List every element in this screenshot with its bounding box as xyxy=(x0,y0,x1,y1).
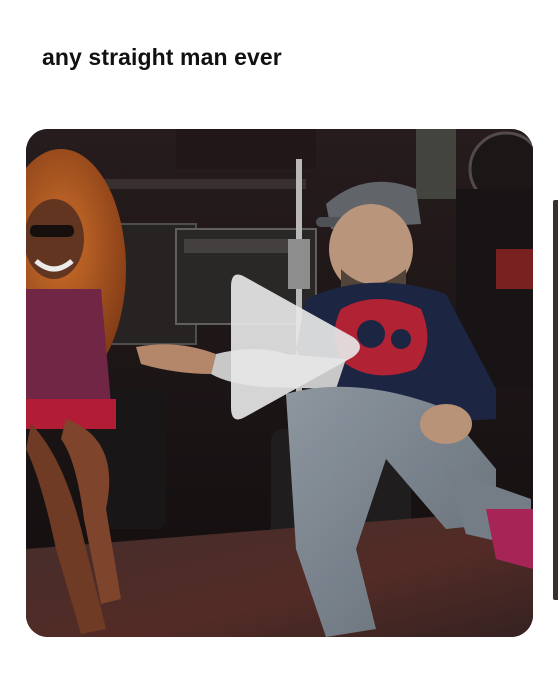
video-card[interactable] xyxy=(26,129,533,637)
play-button[interactable] xyxy=(231,271,361,423)
post-caption: any straight man ever xyxy=(42,44,282,70)
play-triangle-icon xyxy=(231,274,360,420)
next-card-peek[interactable] xyxy=(553,200,558,600)
